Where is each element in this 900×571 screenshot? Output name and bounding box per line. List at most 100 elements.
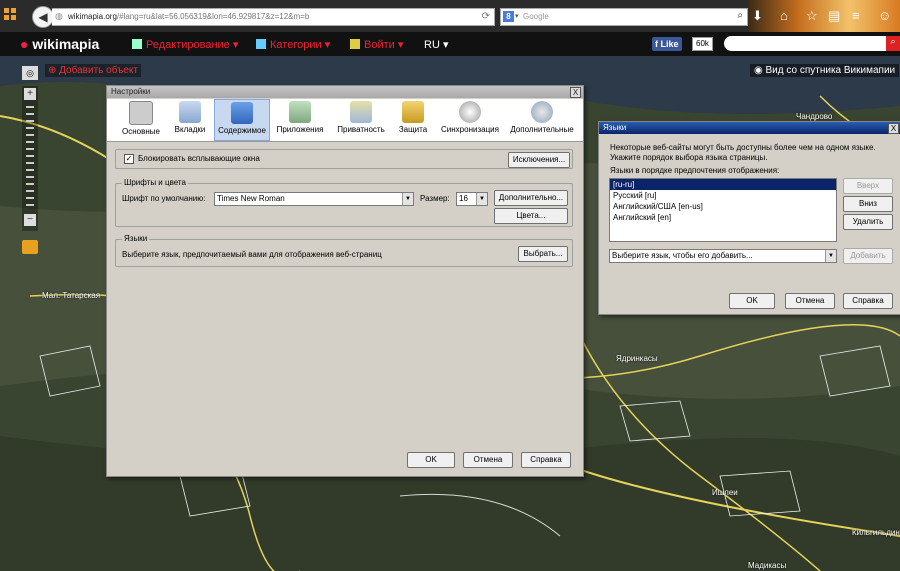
chevron-down-icon[interactable]: ▼ xyxy=(476,193,487,205)
language-item[interactable]: [ru-ru] xyxy=(610,179,836,190)
sync-icon xyxy=(459,101,481,123)
url-bar[interactable]: ◍ wikimapia.org/#lang=ru&lat=56.056319&l… xyxy=(52,8,495,26)
chevron-down-icon[interactable]: ▾ xyxy=(515,12,519,20)
category-label: Содержимое xyxy=(218,126,266,135)
category-label: Приватность xyxy=(337,125,385,134)
languages-list[interactable]: [ru-ru] Русский [ru] Английский/США [en-… xyxy=(609,178,837,242)
languages-description-1: Некоторые веб-сайты могут быть доступны … xyxy=(610,143,876,152)
block-popups-checkbox[interactable]: ✓ xyxy=(124,154,134,164)
popup-group: ✓ Блокировать всплывающие окна Исключени… xyxy=(115,149,573,169)
facebook-like-button[interactable]: f Like xyxy=(652,37,682,51)
map-search-button[interactable]: ⌕ xyxy=(886,36,900,51)
menu-login-label: Войти ▾ xyxy=(364,39,404,51)
close-button[interactable]: X xyxy=(570,87,581,98)
menu-icon[interactable]: ≡ xyxy=(852,8,860,23)
wikimapia-logo[interactable]: ● wikimapia xyxy=(20,36,99,52)
browser-search-bar[interactable]: 8 ▾ Google ⌕ xyxy=(500,8,748,26)
colors-button[interactable]: Цвета... xyxy=(494,208,568,224)
smiley-icon[interactable]: ☺ xyxy=(878,8,891,23)
menu-categories[interactable]: Категории ▾ xyxy=(256,38,330,51)
zoom-out-button[interactable]: − xyxy=(24,214,36,226)
logo-icon: ● xyxy=(20,36,29,52)
add-language-button[interactable]: Добавить xyxy=(843,248,893,264)
languages-help-button[interactable]: Справка xyxy=(843,293,893,309)
move-down-button[interactable]: Вниз xyxy=(843,196,893,212)
search-icon[interactable]: ⌕ xyxy=(737,10,743,21)
category-applications[interactable]: Приложения xyxy=(272,99,328,139)
languages-description-2: Укажите порядок выбора языка страницы. xyxy=(610,153,768,162)
language-item[interactable]: Русский [ru] xyxy=(610,190,836,201)
font-size-value: 16 xyxy=(459,194,468,203)
remove-language-button[interactable]: Удалить xyxy=(843,214,893,230)
default-font-select[interactable]: Times New Roman ▼ xyxy=(214,192,414,206)
zoom-in-button[interactable]: + xyxy=(24,88,36,100)
content-icon xyxy=(231,102,253,124)
languages-titlebar[interactable]: Языки X xyxy=(599,122,900,134)
category-general[interactable]: Основные xyxy=(117,99,165,139)
browser-toolbar: ◀ ◍ wikimapia.org/#lang=ru&lat=56.056319… xyxy=(0,0,900,32)
category-sync[interactable]: Синхронизация xyxy=(437,99,503,139)
category-tabs[interactable]: Вкладки xyxy=(167,99,213,139)
menu-edit[interactable]: Редактирование ▾ xyxy=(132,38,238,51)
reload-icon[interactable]: ⟳ xyxy=(482,11,490,22)
zoom-tick xyxy=(26,190,34,192)
download-icon[interactable]: ⬇ xyxy=(752,8,763,24)
zoom-tick xyxy=(26,106,34,108)
plus-icon: ⊕ xyxy=(48,65,57,76)
settings-ok-button[interactable]: OK xyxy=(407,452,455,468)
menu-categories-label: Категории ▾ xyxy=(270,39,331,51)
category-label: Вкладки xyxy=(174,125,206,134)
layers-icon[interactable] xyxy=(22,240,38,254)
close-button[interactable]: X xyxy=(888,123,899,134)
add-object-button[interactable]: ⊕ Добавить объект xyxy=(45,64,141,77)
zoom-slider[interactable]: + − xyxy=(22,86,38,231)
advanced-fonts-button[interactable]: Дополнительно... xyxy=(494,190,568,206)
map-label-ishlei[interactable]: Ишлеи xyxy=(712,488,738,497)
search-engine-icon[interactable]: 8 xyxy=(503,11,514,22)
add-language-select[interactable]: Выберите язык, чтобы его добавить... ▼ xyxy=(609,249,837,263)
privacy-mask-icon xyxy=(350,101,372,123)
map-label-chandrovo[interactable]: Чандрово xyxy=(796,112,832,121)
menu-login[interactable]: Войти ▾ xyxy=(350,38,403,51)
apps-grid-icon[interactable] xyxy=(4,8,18,22)
url-path: /#lang=ru&lat=56.056319&lon=46.929817&z=… xyxy=(116,12,310,21)
map-label-yadrinkasy[interactable]: Ядринкасы xyxy=(616,354,658,363)
category-advanced[interactable]: Дополнительные xyxy=(507,99,577,139)
exceptions-button[interactable]: Исключения... xyxy=(508,152,570,168)
block-popups-label: Блокировать всплывающие окна xyxy=(138,154,260,163)
languages-group: Языки Выберите язык, предпочитаемый вами… xyxy=(115,234,573,267)
settings-cancel-button[interactable]: Отмена xyxy=(463,452,513,468)
map-search-input[interactable] xyxy=(724,36,888,51)
choose-languages-button[interactable]: Выбрать... xyxy=(518,246,568,262)
language-selector[interactable]: RU ▾ xyxy=(424,38,448,51)
language-item[interactable]: Английский/США [en-us] xyxy=(610,201,836,212)
add-object-label: Добавить объект xyxy=(59,65,138,76)
chevron-down-icon[interactable]: ▼ xyxy=(402,193,413,205)
satellite-view-toggle[interactable]: ◉ Вид со спутника Викимапии xyxy=(750,64,900,77)
languages-ok-button[interactable]: OK xyxy=(729,293,775,309)
map-label-madikasy[interactable]: Мадикасы xyxy=(748,561,786,570)
chevron-down-icon[interactable]: ▼ xyxy=(825,250,836,262)
zoom-tick xyxy=(26,197,34,199)
back-button[interactable]: ◀ xyxy=(32,6,54,28)
category-content[interactable]: Содержимое xyxy=(214,99,270,141)
home-icon[interactable]: ⌂ xyxy=(780,8,788,23)
font-size-select[interactable]: 16 ▼ xyxy=(456,192,488,206)
languages-cancel-button[interactable]: Отмена xyxy=(785,293,835,309)
star-icon[interactable]: ☆ xyxy=(806,8,818,24)
category-label: Приложения xyxy=(276,125,324,134)
lock-icon xyxy=(402,101,424,123)
map-label-mal-tatarskaya[interactable]: Мал. Татарская xyxy=(42,291,100,300)
category-security[interactable]: Защита xyxy=(391,99,435,139)
facebook-like-count: 60k xyxy=(692,37,713,51)
zoom-tick xyxy=(26,148,34,150)
locate-icon[interactable]: ◎ xyxy=(22,66,38,80)
category-privacy[interactable]: Приватность xyxy=(333,99,389,139)
clipboard-icon[interactable]: ▤ xyxy=(828,8,840,24)
settings-title: Настройки xyxy=(111,87,151,96)
language-item[interactable]: Английский [en] xyxy=(610,212,836,223)
settings-help-button[interactable]: Справка xyxy=(521,452,571,468)
map-label-kilgildino[interactable]: Кильгильдино xyxy=(852,528,900,537)
move-up-button[interactable]: Вверх xyxy=(843,178,893,194)
settings-titlebar[interactable]: Настройки X xyxy=(107,86,583,98)
